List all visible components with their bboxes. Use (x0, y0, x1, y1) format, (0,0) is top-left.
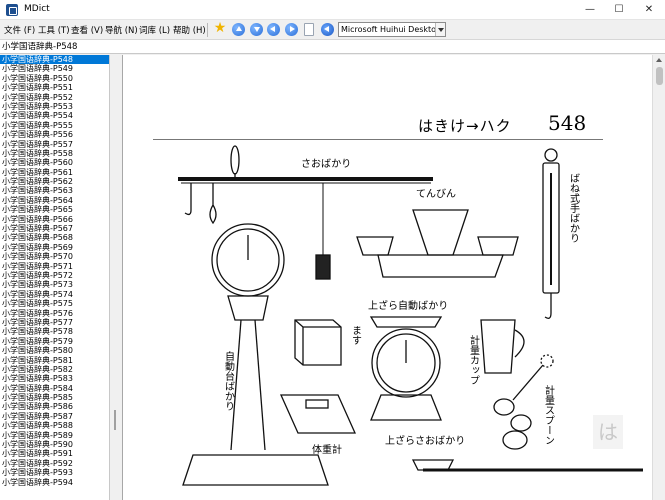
list-item[interactable]: 小学国语辞典-P557 (0, 140, 109, 149)
list-item[interactable]: 小学国语辞典-P551 (0, 83, 109, 92)
title-bar: MDict — ☐ ✕ (0, 0, 665, 20)
list-item[interactable]: 小学国语辞典-P575 (0, 299, 109, 308)
scroll-thumb[interactable] (656, 67, 663, 85)
label-masu: ます (350, 325, 362, 345)
menu-file[interactable]: 文件 (F) (4, 24, 35, 36)
next-icon[interactable] (285, 23, 298, 36)
label-uezara: 上ざら自動ばかり (368, 299, 448, 312)
list-item[interactable]: 小学国语辞典-P594 (0, 478, 109, 487)
menu-navigate[interactable]: 导航 (N) (105, 24, 138, 36)
list-item[interactable]: 小学国语辞典-P584 (0, 384, 109, 393)
label-taijuukei: 体重計 (312, 443, 342, 456)
voice-select-value: Microsoft Huihui Desktop - C (341, 25, 446, 34)
list-item[interactable]: 小学国语辞典-P564 (0, 196, 109, 205)
list-item[interactable]: 小学国语辞典-P553 (0, 102, 109, 111)
watermark: は (593, 415, 623, 449)
list-item[interactable]: 小学国语辞典-P583 (0, 374, 109, 383)
list-item[interactable]: 小学国语辞典-P580 (0, 346, 109, 355)
list-item[interactable]: 小学国语辞典-P588 (0, 421, 109, 430)
favorite-star-icon[interactable]: ★ (213, 21, 227, 35)
list-item[interactable]: 小学国语辞典-P554 (0, 111, 109, 120)
list-item[interactable]: 小学国语辞典-P561 (0, 168, 109, 177)
toolbar-separator (207, 23, 208, 37)
list-item[interactable]: 小学国语辞典-P592 (0, 459, 109, 468)
list-item[interactable]: 小学国语辞典-P586 (0, 402, 109, 411)
window-title: MDict (24, 4, 50, 14)
list-item[interactable]: 小学国语辞典-P565 (0, 205, 109, 214)
mdict-app-icon (6, 4, 18, 16)
list-item[interactable]: 小学国语辞典-P581 (0, 356, 109, 365)
list-item[interactable]: 小学国语辞典-P567 (0, 224, 109, 233)
list-item[interactable]: 小学国语辞典-P550 (0, 74, 109, 83)
list-item[interactable]: 小学国语辞典-P579 (0, 337, 109, 346)
menu-library[interactable]: 词库 (L) (139, 24, 170, 36)
list-item[interactable]: 小学国语辞典-P570 (0, 252, 109, 261)
list-item[interactable]: 小学国语辞典-P582 (0, 365, 109, 374)
close-button[interactable]: ✕ (634, 0, 664, 20)
menu-help[interactable]: 帮助 (H) (173, 24, 206, 36)
list-item[interactable]: 小学国语辞典-P569 (0, 243, 109, 252)
list-item[interactable]: 小学国语辞典-P576 (0, 309, 109, 318)
illustration-labels: さおばかり てんびん 上ざら自動ばかり 体重計 上ざらさおばかり ばね式手ばかり… (223, 158, 580, 456)
scroll-up-icon[interactable] (656, 58, 662, 62)
down-arrow-icon[interactable] (250, 23, 263, 36)
list-item[interactable]: 小学国语辞典-P573 (0, 280, 109, 289)
label-saobakari: さおばかり (301, 158, 351, 170)
list-item[interactable]: 小学国语辞典-P593 (0, 468, 109, 477)
label-uezarasao: 上ざらさおばかり (385, 434, 465, 447)
label-keiryouspoon: 計量スプーン (543, 384, 555, 445)
label-banesiki: ばね式手ばかり (568, 173, 580, 243)
list-item[interactable]: 小学国语辞典-P590 (0, 440, 109, 449)
list-item[interactable]: 小学国语辞典-P560 (0, 158, 109, 167)
list-item[interactable]: 小学国语辞典-P574 (0, 290, 109, 299)
menu-view[interactable]: 查看 (V) (71, 24, 103, 36)
minimize-button[interactable]: — (575, 0, 605, 20)
dictionary-page: はきけ→ハク 548 さおばかり てんびん 上ざら自動ばかり 体重計 上ざらさお… (122, 55, 652, 500)
list-item[interactable]: 小学国语辞典-P549 (0, 64, 109, 73)
list-item[interactable]: 小学国语辞典-P555 (0, 121, 109, 130)
list-item[interactable]: 小学国语辞典-P585 (0, 393, 109, 402)
pane-splitter[interactable] (110, 55, 122, 500)
menu-tools[interactable]: 工具 (T) (38, 24, 70, 36)
label-jidoudai: 自動台ばかり (223, 350, 235, 411)
copy-doc-icon[interactable] (304, 23, 314, 36)
splitter-grip[interactable] (114, 410, 116, 430)
list-item[interactable]: 小学国语辞典-P587 (0, 412, 109, 421)
up-arrow-icon[interactable] (232, 23, 245, 36)
list-item[interactable]: 小学国语辞典-P568 (0, 233, 109, 242)
list-item[interactable]: 小学国语辞典-P578 (0, 327, 109, 336)
list-item[interactable]: 小学国语辞典-P563 (0, 186, 109, 195)
list-item[interactable]: 小学国语辞典-P572 (0, 271, 109, 280)
list-item[interactable]: 小学国语辞典-P571 (0, 262, 109, 271)
previous-icon[interactable] (267, 23, 280, 36)
speaker-icon[interactable] (321, 23, 334, 36)
list-item[interactable]: 小学国语辞典-P552 (0, 93, 109, 102)
list-item[interactable]: 小学国语辞典-P589 (0, 431, 109, 440)
label-keiryoucup: 計量カップ (468, 334, 480, 385)
search-input[interactable]: 小学国语辞典-P548 (0, 40, 665, 54)
menu-bar: 文件 (F) 工具 (T) 查看 (V) 导航 (N) 词库 (L) 帮助 (H… (0, 20, 665, 40)
list-item[interactable]: 小学国语辞典-P556 (0, 130, 109, 139)
voice-select[interactable]: Microsoft Huihui Desktop - C (338, 22, 446, 37)
entry-list[interactable]: 小学国语辞典-P548 小学国语辞典-P549 小学国语辞典-P550 小学国语辞典-… (0, 55, 110, 500)
content-scrollbar[interactable] (652, 55, 665, 500)
list-item[interactable]: 小学国语辞典-P577 (0, 318, 109, 327)
list-item[interactable]: 小学国语辞典-P562 (0, 177, 109, 186)
chevron-down-icon[interactable] (435, 23, 445, 36)
list-item[interactable]: 小学国语辞典-P566 (0, 215, 109, 224)
maximize-button[interactable]: ☐ (604, 0, 634, 20)
list-item[interactable]: 小学国语辞典-P558 (0, 149, 109, 158)
list-item[interactable]: 小学国语辞典-P591 (0, 449, 109, 458)
label-tenbin: てんびん (416, 188, 456, 200)
list-item[interactable]: 小学国语辞典-P548 (0, 55, 109, 65)
